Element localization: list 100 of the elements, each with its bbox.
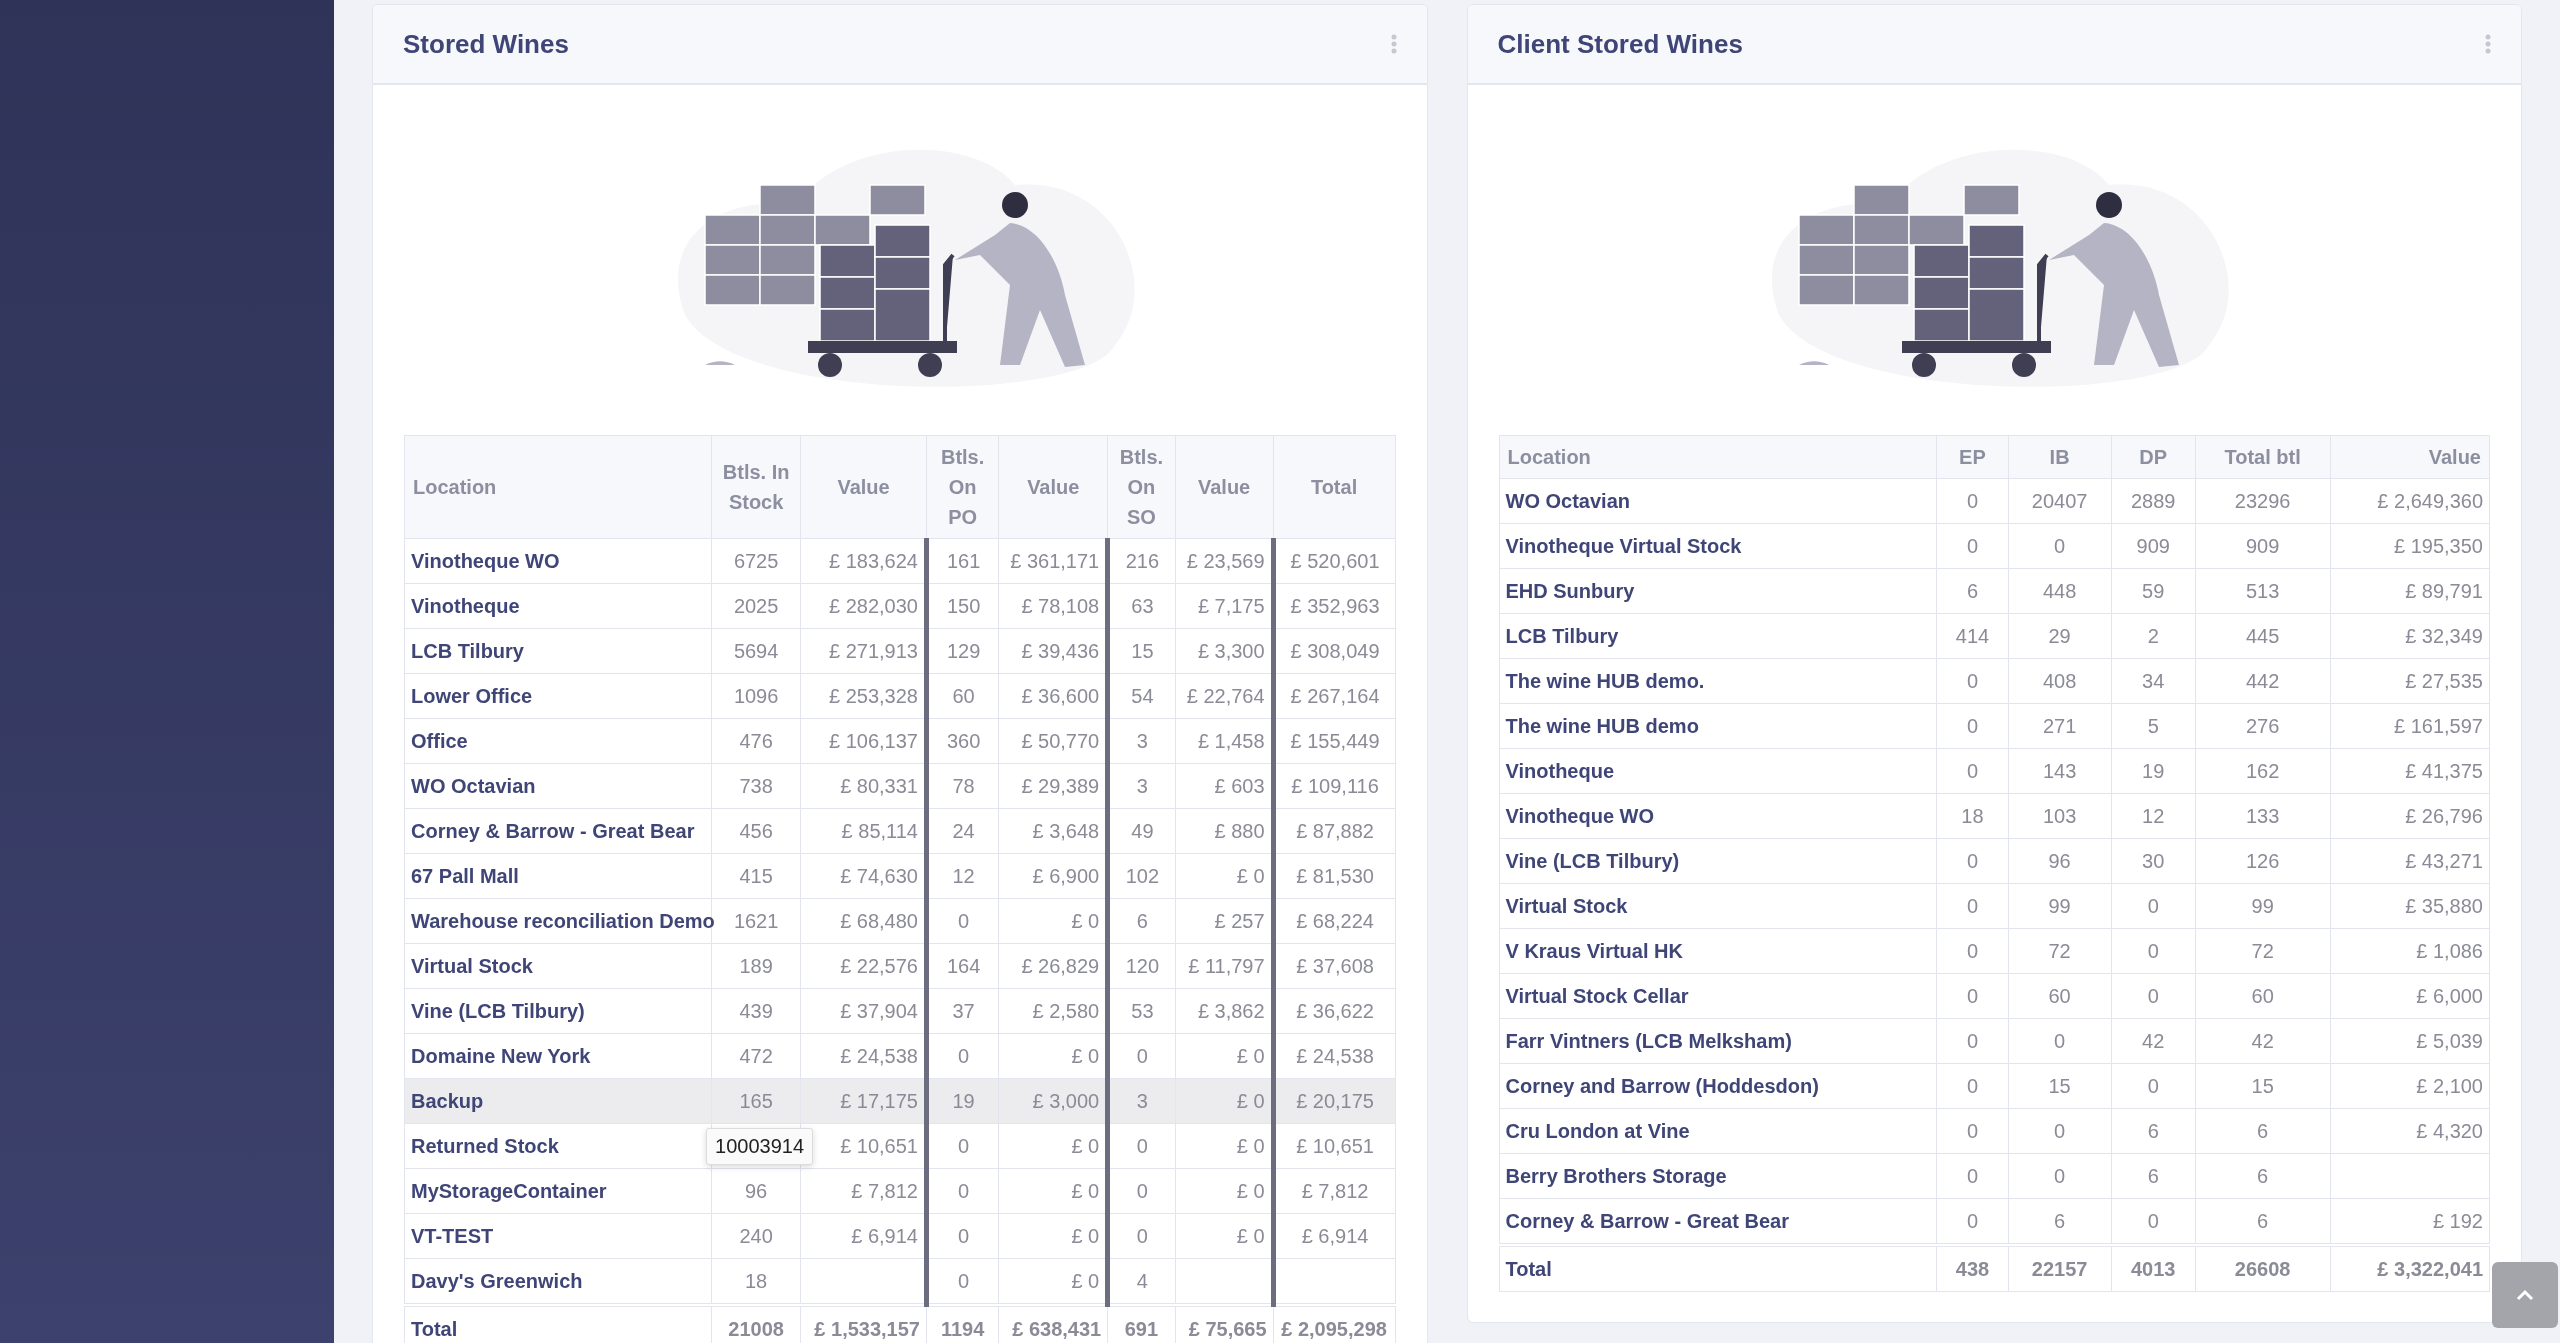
table-cell: 0 <box>1936 703 2009 749</box>
chevron-up-icon <box>2516 1289 2534 1301</box>
table-cell: £ 26,796 <box>2330 793 2490 839</box>
table-cell: £ 35,880 <box>2330 883 2490 929</box>
column-header: Total <box>1273 435 1395 539</box>
table-cell: 1096 <box>711 673 801 719</box>
column-header: Value <box>998 435 1108 539</box>
location-cell: Vinotheque <box>1499 748 1937 794</box>
table-cell: 271 <box>2008 703 2112 749</box>
column-header: Value <box>1175 435 1274 539</box>
table-cell: 0 <box>1936 1108 2009 1154</box>
column-header: Location <box>1499 435 1937 479</box>
table-cell: 442 <box>2195 658 2330 704</box>
table-cell: 0 <box>2008 1153 2112 1199</box>
table-cell: 20407 <box>2008 478 2112 524</box>
table-cell: 0 <box>1936 523 2009 569</box>
table-cell: 0 <box>1936 1063 2009 1109</box>
table-cell: 5 <box>2111 703 2196 749</box>
table-cell: 276 <box>2195 703 2330 749</box>
table-cell: 0 <box>1936 1153 2009 1199</box>
table-cell: 34 <box>2111 658 2196 704</box>
table-cell: 0 <box>2111 1063 2196 1109</box>
table-cell: 60 <box>2195 973 2330 1019</box>
kebab-menu-icon[interactable] <box>2485 34 2491 54</box>
location-cell: Vinotheque Virtual Stock <box>1499 523 1937 569</box>
table-cell: 103 <box>2008 793 2112 839</box>
table-cell: 15 <box>2008 1063 2112 1109</box>
table-cell: 472 <box>711 1033 801 1079</box>
location-cell: Vinotheque WO <box>1499 793 1937 839</box>
column-header: Btls. On SO <box>1107 435 1176 539</box>
table-cell: 165 <box>711 1078 801 1124</box>
table-cell: 96 <box>2008 838 2112 884</box>
location-cell: Corney and Barrow (Hoddesdon) <box>1499 1063 1937 1109</box>
table-cell: £ 27,535 <box>2330 658 2490 704</box>
location-cell: Office <box>404 718 712 764</box>
column-header: Location <box>404 435 712 539</box>
table-cell: £ 2,649,360 <box>2330 478 2490 524</box>
table-cell: 6 <box>2195 1153 2330 1199</box>
total-cell: 26608 <box>2195 1245 2330 1292</box>
table-cell: 0 <box>1936 1018 2009 1064</box>
table-cell: 0 <box>2008 1108 2112 1154</box>
location-cell: Virtual Stock <box>1499 883 1937 929</box>
table-cell: £ 195,350 <box>2330 523 2490 569</box>
table-cell: 415 <box>711 853 801 899</box>
table-cell: 6 <box>1936 568 2009 614</box>
location-cell: Vinotheque WO <box>404 538 712 584</box>
table-cell: 42 <box>2195 1018 2330 1064</box>
location-cell: Davy's Greenwich <box>404 1258 712 1305</box>
table-cell: 99 <box>2008 883 2112 929</box>
table-cell: 72 <box>2195 928 2330 974</box>
table-cell: 0 <box>1936 748 2009 794</box>
location-cell: LCB Tilbury <box>1499 613 1937 659</box>
total-cell: 4013 <box>2111 1245 2196 1292</box>
table-cell: £ 161,597 <box>2330 703 2490 749</box>
table-cell: 6 <box>2111 1153 2196 1199</box>
table-cell: £ 89,791 <box>2330 568 2490 614</box>
table-cell: 12 <box>2111 793 2196 839</box>
column-header: Btls. On PO <box>926 435 999 539</box>
table-cell: 0 <box>1936 883 2009 929</box>
table-cell: 19 <box>2111 748 2196 794</box>
table-cell: £ 41,375 <box>2330 748 2490 794</box>
total-cell: 438 <box>1936 1245 2009 1292</box>
column-header: Btls. In Stock <box>711 435 801 539</box>
table-cell: 0 <box>2008 1018 2112 1064</box>
card-title: Stored Wines <box>403 28 569 60</box>
table-cell: 476 <box>711 718 801 764</box>
location-cell: V Kraus Virtual HK <box>1499 928 1937 974</box>
table-cell: 143 <box>2008 748 2112 794</box>
card-title: Client Stored Wines <box>1497 28 1743 60</box>
location-cell: Corney & Barrow - Great Bear <box>404 808 712 854</box>
table-cell: 0 <box>2008 523 2112 569</box>
table-cell: 456 <box>711 808 801 854</box>
column-header: Total btl <box>2195 435 2330 479</box>
table-cell: 2025 <box>711 583 801 629</box>
location-cell: Vine (LCB Tilbury) <box>404 988 712 1034</box>
table-cell: £ 1,086 <box>2330 928 2490 974</box>
location-cell: LCB Tilbury <box>404 628 712 674</box>
table-cell: 96 <box>711 1168 801 1214</box>
table-cell: 23296 <box>2195 478 2330 524</box>
total-label: Total <box>404 1305 712 1343</box>
location-cell: EHD Sunbury <box>1499 568 1937 614</box>
column-header: DP <box>2111 435 2196 479</box>
table-cell: £ 43,271 <box>2330 838 2490 884</box>
table-cell: 6 <box>2111 1108 2196 1154</box>
location-cell: Virtual Stock Cellar <box>1499 973 1937 1019</box>
column-header: IB <box>2008 435 2112 479</box>
scroll-to-top-button[interactable] <box>2492 1262 2558 1328</box>
table-cell: 15 <box>2195 1063 2330 1109</box>
table-cell: 6725 <box>711 538 801 584</box>
location-cell: VT-TEST <box>404 1213 712 1259</box>
table-cell: 0 <box>1936 973 2009 1019</box>
table-cell: £ 5,039 <box>2330 1018 2490 1064</box>
location-cell: Cru London at Vine <box>1499 1108 1937 1154</box>
table-cell: 0 <box>2111 973 2196 1019</box>
table-cell: 448 <box>2008 568 2112 614</box>
column-header: EP <box>1936 435 2009 479</box>
kebab-menu-icon[interactable] <box>1390 34 1397 54</box>
table-cell: 6 <box>2195 1108 2330 1154</box>
table-cell: 738 <box>711 763 801 809</box>
table-cell: 0 <box>1936 658 2009 704</box>
